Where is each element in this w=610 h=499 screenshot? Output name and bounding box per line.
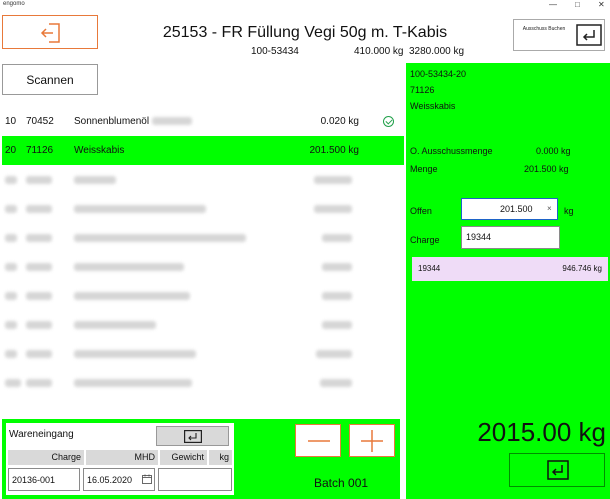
list-item-redacted[interactable] — [2, 368, 404, 397]
row-name: Weisskabis — [74, 145, 125, 156]
receipt-mhd-value: 16.05.2020 — [87, 475, 133, 485]
receipt-mhd-input[interactable]: 16.05.2020 — [83, 468, 155, 491]
list-item-selected[interactable]: 20 71126 Weisskabis 201.500 kg — [2, 136, 404, 165]
clear-icon[interactable]: × — [547, 199, 552, 219]
book-scrap-label: Ausschuss Buchen — [522, 26, 566, 32]
detail-panel: 100-53434-20 71126 Weisskabis O. Ausschu… — [406, 63, 610, 499]
goods-receipt-form: Wareneingang Charge MHD Gewicht kg 20136… — [6, 423, 234, 495]
calendar-icon[interactable] — [142, 474, 152, 484]
row-position: 10 — [5, 116, 17, 127]
list-item-redacted[interactable] — [2, 165, 404, 194]
minimize-button[interactable]: — — [549, 0, 557, 10]
return-enter-icon — [576, 24, 602, 46]
amount-value: 201.500 kg — [524, 164, 569, 174]
open-quantity-value: 201.500 — [500, 204, 533, 214]
scan-button[interactable]: Scannen — [2, 64, 98, 95]
goods-receipt-panel: Wareneingang Charge MHD Gewicht kg 20136… — [2, 419, 400, 499]
row-name: Sonnenblumenöl — [74, 107, 193, 136]
back-button[interactable] — [2, 15, 98, 49]
window-titlebar: engomo — □ ✕ — [0, 0, 610, 10]
scrap-label: O. Ausschussmenge — [410, 146, 493, 156]
list-item-redacted[interactable] — [2, 223, 404, 252]
minus-icon — [308, 440, 330, 442]
charge-column-header: Charge — [8, 450, 84, 465]
open-label: Offen — [410, 206, 432, 216]
open-unit: kg — [564, 206, 574, 216]
row-quantity: 201.500 kg — [309, 145, 360, 156]
return-enter-icon — [547, 460, 569, 480]
weight-column-header: Gewicht — [160, 450, 207, 465]
row-quantity: 0.020 kg — [320, 116, 359, 127]
confirm-button[interactable] — [509, 453, 605, 487]
app-title: engomo — [3, 1, 25, 7]
list-item[interactable]: 10 70452 Sonnenblumenöl 0.020 kg — [2, 107, 404, 136]
mhd-column-header: MHD — [86, 450, 158, 465]
order-title: 25153 - FR Füllung Vegi 50g m. T-Kabis — [162, 24, 448, 41]
row-article: 70452 — [26, 116, 54, 127]
order-code: 100-53434 — [251, 46, 299, 57]
lot-number: 19344 — [418, 264, 441, 273]
row-position: 20 — [5, 145, 17, 156]
detail-name: Weisskabis — [410, 101, 456, 111]
lot-list-item[interactable]: 19344 946.746 kg — [412, 257, 608, 281]
detail-article: 71126 — [410, 85, 435, 95]
lot-quantity: 946.746 kg — [562, 264, 602, 273]
list-item-redacted[interactable] — [2, 339, 404, 368]
row-article: 71126 — [26, 145, 54, 156]
scrap-value: 0.000 kg — [536, 146, 571, 156]
open-quantity-input[interactable]: 201.500 × — [461, 198, 558, 220]
goods-receipt-title: Wareneingang — [9, 429, 74, 440]
book-scrap-button[interactable]: Ausschuss Buchen — [513, 19, 605, 51]
plus-icon — [361, 430, 383, 452]
list-item-redacted[interactable] — [2, 281, 404, 310]
unit-column-header: kg — [209, 450, 232, 465]
exit-arrow-icon — [40, 23, 60, 43]
list-item-redacted[interactable] — [2, 252, 404, 281]
list-item-redacted[interactable] — [2, 194, 404, 223]
list-item-redacted[interactable] — [2, 310, 404, 339]
total-quantity: 2015.00 kg — [477, 417, 606, 447]
charge-input[interactable]: 19344 — [461, 226, 560, 249]
receipt-weight-input[interactable] — [158, 468, 232, 491]
decrement-button[interactable] — [295, 424, 341, 457]
check-circle-icon — [383, 116, 394, 127]
receipt-charge-input[interactable]: 20136-001 — [8, 468, 80, 491]
planned-quantity: 3280.000 kg — [409, 46, 465, 57]
goods-receipt-confirm-button[interactable] — [156, 426, 229, 446]
return-enter-icon — [184, 430, 202, 443]
batch-label: Batch 001 — [314, 476, 369, 490]
increment-button[interactable] — [349, 424, 395, 457]
redacted-text — [152, 117, 193, 126]
detail-lot-code: 100-53434-20 — [410, 69, 467, 79]
amount-label: Menge — [410, 164, 438, 174]
charge-label: Charge — [410, 235, 440, 245]
actual-quantity: 410.000 kg — [354, 46, 404, 57]
component-list: 10 70452 Sonnenblumenöl 0.020 kg 20 7112… — [2, 107, 404, 397]
maximize-button[interactable]: □ — [575, 0, 580, 10]
row-name-text: Sonnenblumenöl — [74, 116, 150, 127]
close-button[interactable]: ✕ — [598, 0, 605, 10]
